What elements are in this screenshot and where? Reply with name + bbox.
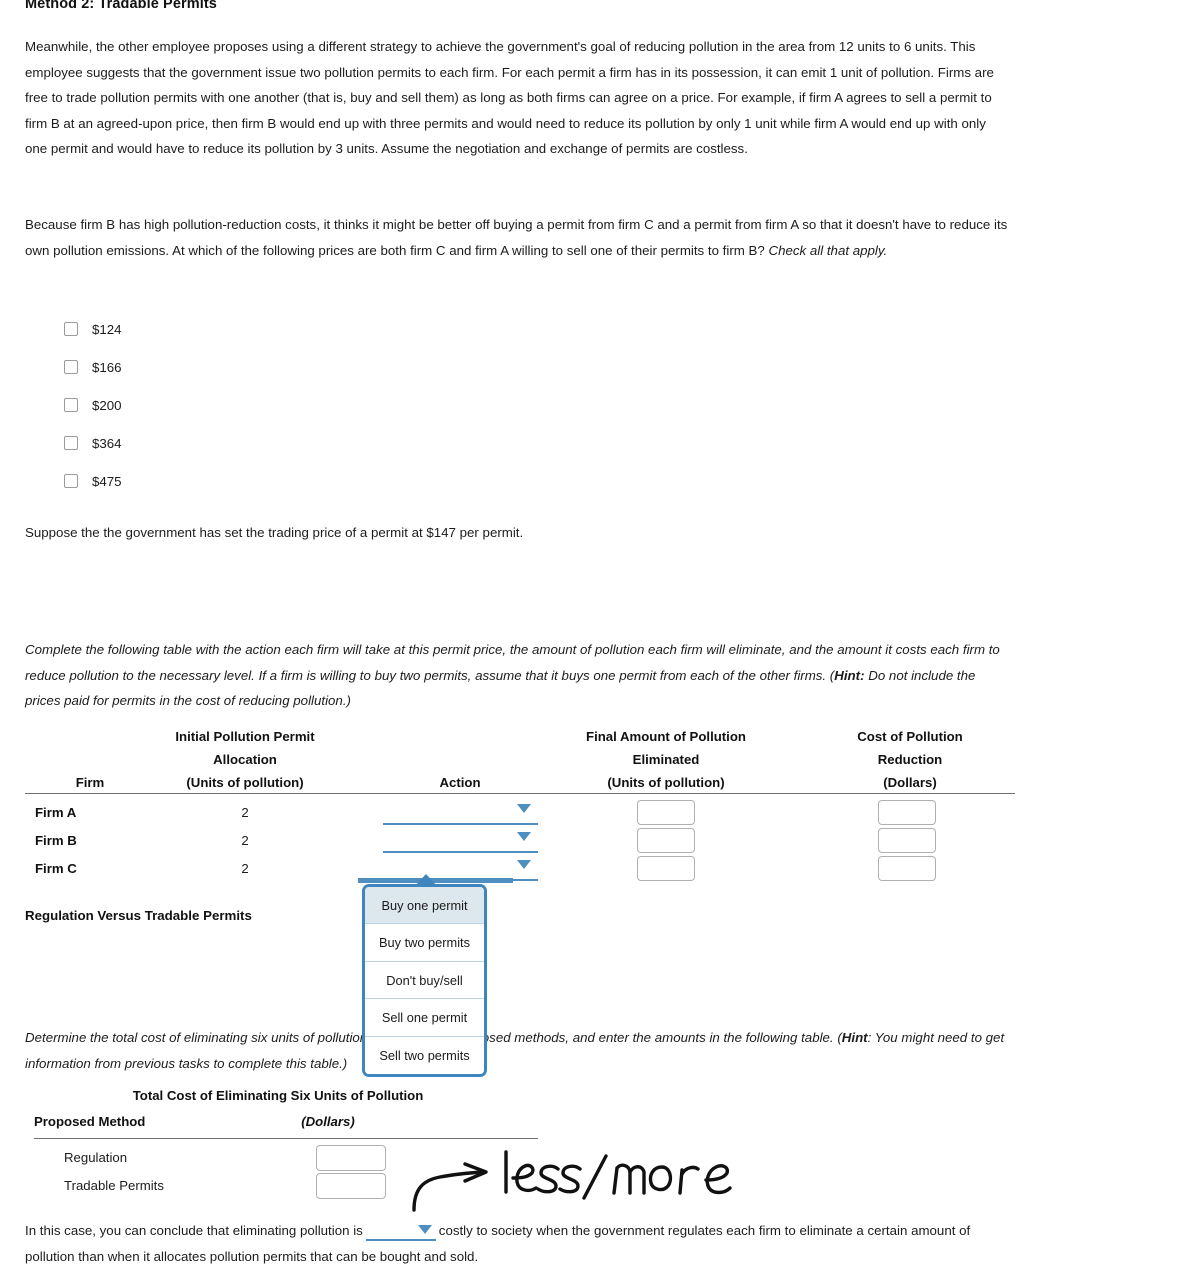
checkbox-row[interactable]: $124 xyxy=(64,310,122,348)
checkbox-icon[interactable] xyxy=(64,436,78,450)
header-allocation-line1: Initial Pollution Permit xyxy=(175,729,315,744)
checkbox-row[interactable]: $166 xyxy=(64,348,122,386)
conclusion-paragraph: In this case, you can conclude that elim… xyxy=(25,1218,1010,1269)
checkbox-row[interactable]: $475 xyxy=(64,462,122,500)
determine-paragraph: Determine the total cost of eliminating … xyxy=(25,1025,1010,1076)
total-cost-divider xyxy=(34,1138,538,1139)
header-allocation-line2: Allocation xyxy=(213,752,277,767)
table-divider xyxy=(25,793,1015,794)
header-final-line1: Final Amount of Pollution xyxy=(586,729,746,744)
table-row: Firm A 2 xyxy=(25,799,1015,827)
dropdown-option-sell-two-permits[interactable]: Sell two permits xyxy=(365,1036,484,1074)
header-final-units: (Units of pollution) xyxy=(607,775,725,790)
chevron-down-icon[interactable] xyxy=(517,804,531,813)
header-proposed-method: Proposed Method xyxy=(34,1114,146,1129)
header-allocation-units: (Units of pollution) xyxy=(186,775,304,790)
intro-paragraph: Meanwhile, the other employee proposes u… xyxy=(25,39,994,157)
checkbox-icon[interactable] xyxy=(64,474,78,488)
cell-allocation: 2 xyxy=(241,833,249,848)
cell-allocation: 2 xyxy=(241,861,249,876)
table-row: Firm B 2 xyxy=(25,827,1015,855)
final-amount-input-firm-a[interactable] xyxy=(637,800,695,825)
table-instructions: Complete the following table with the ac… xyxy=(25,637,1010,714)
header-cost-line1: Cost of Pollution xyxy=(857,729,963,744)
checkbox-row[interactable]: $364 xyxy=(64,424,122,462)
question-paragraph: Because firm B has high pollution-reduct… xyxy=(25,212,1010,263)
cost-input-firm-c[interactable] xyxy=(878,856,936,881)
checkbox-row[interactable]: $200 xyxy=(64,386,122,424)
worksheet-page: Method 2: Tradable Permits Meanwhile, th… xyxy=(0,0,1200,1273)
checkbox-label: $364 xyxy=(92,435,122,451)
dropdown-option-dont-buy-sell[interactable]: Don't buy/sell xyxy=(365,961,484,1000)
table-row: Regulation xyxy=(18,1144,538,1172)
hint-label: Hint xyxy=(841,1030,868,1045)
checkbox-icon[interactable] xyxy=(64,398,78,412)
checkbox-label: $475 xyxy=(92,473,122,489)
dropdown-option-buy-two-permits[interactable]: Buy two permits xyxy=(365,924,484,962)
select-underline xyxy=(365,1238,436,1241)
chevron-down-icon[interactable] xyxy=(417,1225,432,1234)
header-cost-units: (Dollars) xyxy=(883,775,937,790)
trading-price-paragraph: Suppose the the government has set the t… xyxy=(25,525,524,540)
cell-firm: Firm A xyxy=(35,805,77,820)
page-title: Method 2: Tradable Permits xyxy=(25,0,217,12)
select-underline xyxy=(383,850,538,853)
table-row: Firm C 2 xyxy=(25,855,1015,883)
checkbox-label: $166 xyxy=(92,359,122,375)
table-row: Tradable Permits xyxy=(18,1172,538,1200)
determine-text-b: methods, and enter the amounts in the fo… xyxy=(510,1030,842,1045)
dropdown-option-sell-one-permit[interactable]: Sell one permit xyxy=(365,999,484,1037)
less-more-select[interactable] xyxy=(365,1224,436,1241)
final-amount-input-firm-c[interactable] xyxy=(637,856,695,881)
header-firm: Firm xyxy=(75,775,105,790)
tradable-permits-cost-input[interactable] xyxy=(316,1173,386,1199)
cell-allocation: 2 xyxy=(241,805,249,820)
cell-method-regulation: Regulation xyxy=(64,1150,128,1165)
cell-firm: Firm B xyxy=(35,833,77,848)
header-final-line2: Eliminated xyxy=(632,752,700,767)
price-checkbox-group: $124 $166 $200 $364 $475 xyxy=(64,310,122,500)
table-header-row: Firm Initial Pollution Permit Allocation… xyxy=(25,725,1015,793)
checkbox-icon[interactable] xyxy=(64,322,78,336)
header-dollars: (Dollars) xyxy=(301,1114,355,1129)
regulation-cost-input[interactable] xyxy=(316,1145,386,1171)
subsection-heading: Regulation Versus Tradable Permits xyxy=(25,908,252,923)
total-cost-caption: Total Cost of Eliminating Six Units of P… xyxy=(132,1088,424,1103)
cell-method-tradable-permits: Tradable Permits xyxy=(64,1178,164,1193)
header-action: Action xyxy=(439,775,481,790)
conclusion-text-a: In this case, you can conclude that elim… xyxy=(25,1223,363,1238)
checkbox-label: $200 xyxy=(92,397,122,413)
action-dropdown-menu[interactable]: Buy one permit Buy two permits Don't buy… xyxy=(362,884,487,1077)
chevron-down-icon[interactable] xyxy=(517,860,531,869)
cost-input-firm-b[interactable] xyxy=(878,828,936,853)
action-select-firm-b[interactable] xyxy=(383,829,538,853)
select-underline xyxy=(383,822,538,825)
table-body: Firm A 2 Firm B 2 Firm C 2 xyxy=(25,799,1015,883)
check-all-that-apply: Check all that apply. xyxy=(768,242,888,258)
action-select-firm-a[interactable] xyxy=(383,801,538,825)
chevron-down-icon[interactable] xyxy=(517,832,531,841)
hint-label: Hint: xyxy=(834,667,865,683)
checkbox-icon[interactable] xyxy=(64,360,78,374)
checkbox-label: $124 xyxy=(92,321,122,337)
header-cost-line2: Reduction xyxy=(877,752,943,767)
dropdown-option-buy-one-permit[interactable]: Buy one permit xyxy=(365,887,484,925)
cost-input-firm-a[interactable] xyxy=(878,800,936,825)
final-amount-input-firm-b[interactable] xyxy=(637,828,695,853)
cell-firm: Firm C xyxy=(35,861,77,876)
firm-action-table: Firm Initial Pollution Permit Allocation… xyxy=(25,725,1015,881)
dropdown-pointer-icon xyxy=(415,874,437,886)
